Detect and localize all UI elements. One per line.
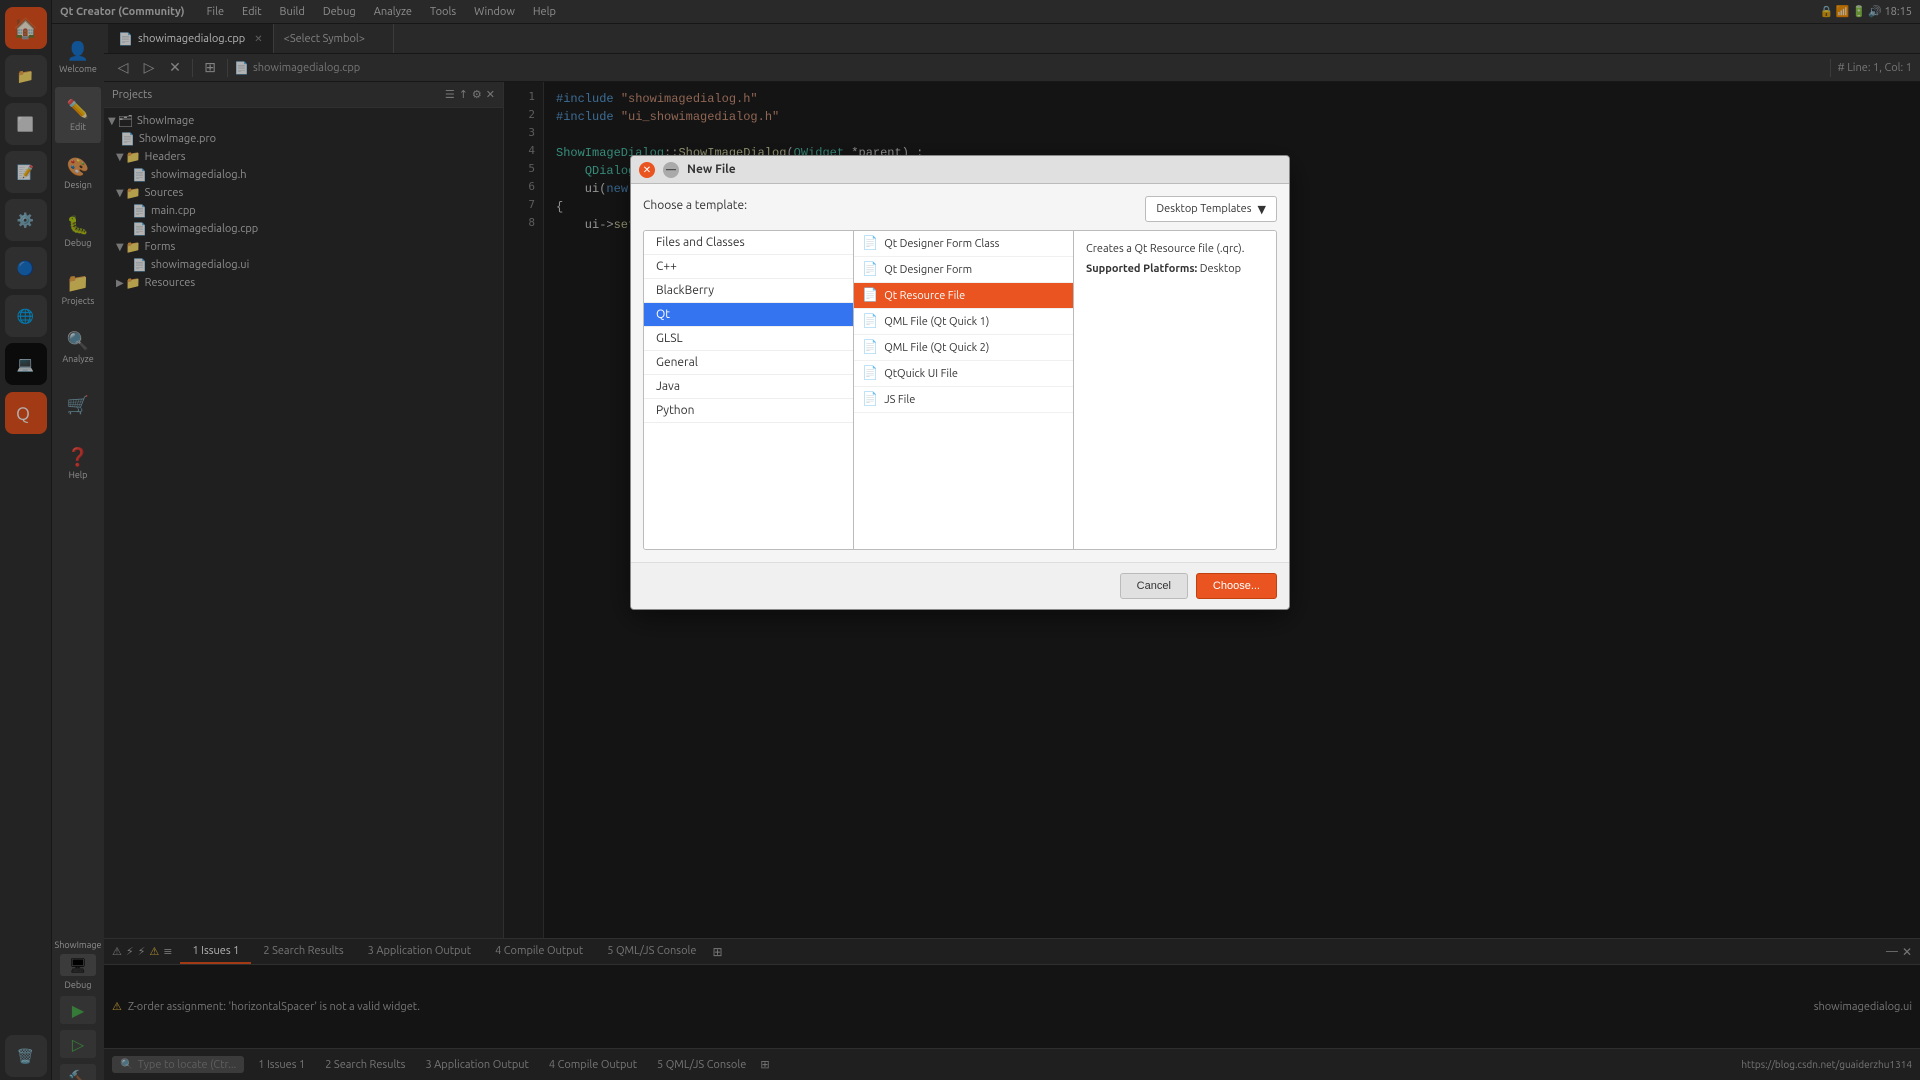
choose-btn[interactable]: Choose...: [1196, 573, 1277, 599]
modal-overlay: ✕ — New File Choose a template: Desktop …: [0, 0, 1920, 1080]
template-label-4: QML File (Qt Quick 2): [884, 342, 989, 354]
modal-titlebar: ✕ — New File: [631, 156, 1289, 184]
template-qml-2[interactable]: 📄 QML File (Qt Quick 2): [854, 335, 1073, 361]
template-qml-1[interactable]: 📄 QML File (Qt Quick 1): [854, 309, 1073, 335]
modal-dropdown: Desktop Templates ▼: [1145, 196, 1277, 222]
template-designer-class[interactable]: 📄 Qt Designer Form Class: [854, 231, 1073, 257]
modal-min-btn[interactable]: —: [663, 162, 679, 178]
category-qt[interactable]: Qt: [644, 303, 853, 327]
modal-body: Choose a template: Desktop Templates ▼ F…: [631, 184, 1289, 562]
template-icon-4: 📄: [862, 340, 878, 355]
category-label-5: General: [656, 356, 698, 369]
category-cpp[interactable]: C++: [644, 255, 853, 279]
category-python[interactable]: Python: [644, 399, 853, 423]
category-general[interactable]: General: [644, 351, 853, 375]
template-designer-form[interactable]: 📄 Qt Designer Form: [854, 257, 1073, 283]
platforms-label: Supported Platforms:: [1086, 263, 1197, 275]
new-file-modal: ✕ — New File Choose a template: Desktop …: [630, 155, 1290, 610]
template-qtquick-ui[interactable]: 📄 QtQuick UI File: [854, 361, 1073, 387]
modal-middle-panel: 📄 Qt Designer Form Class 📄 Qt Designer F…: [854, 231, 1074, 549]
modal-right-panel: Creates a Qt Resource file (.qrc). Suppo…: [1074, 231, 1276, 549]
modal-title: New File: [687, 163, 736, 176]
modal-panels: Files and Classes C++ BlackBerry Qt GLSL: [643, 230, 1277, 550]
platforms-value: Desktop: [1200, 263, 1241, 275]
modal-description: Creates a Qt Resource file (.qrc).: [1086, 243, 1264, 255]
template-label-1: Qt Designer Form: [884, 264, 972, 276]
template-icon-6: 📄: [862, 392, 878, 407]
modal-left-panel: Files and Classes C++ BlackBerry Qt GLSL: [644, 231, 854, 549]
category-java[interactable]: Java: [644, 375, 853, 399]
modal-dropdown-btn[interactable]: Desktop Templates ▼: [1145, 196, 1277, 222]
cancel-btn[interactable]: Cancel: [1120, 573, 1188, 599]
category-label-3: Qt: [656, 308, 670, 321]
category-label-0: Files and Classes: [656, 236, 745, 249]
dropdown-label: Desktop Templates: [1156, 203, 1251, 215]
category-glsl[interactable]: GLSL: [644, 327, 853, 351]
modal-template-label: Choose a template:: [643, 199, 747, 212]
template-icon-2: 📄: [862, 288, 878, 303]
category-label-7: Python: [656, 404, 695, 417]
template-label-3: QML File (Qt Quick 1): [884, 316, 989, 328]
template-label-0: Qt Designer Form Class: [884, 238, 999, 250]
dropdown-arrow-icon: ▼: [1258, 203, 1266, 216]
modal-close-btn[interactable]: ✕: [639, 162, 655, 178]
template-js[interactable]: 📄 JS File: [854, 387, 1073, 413]
template-icon-1: 📄: [862, 262, 878, 277]
modal-template-row: Choose a template: Desktop Templates ▼: [643, 196, 1277, 222]
category-label-1: C++: [656, 260, 677, 273]
category-label-6: Java: [656, 380, 680, 393]
template-label-5: QtQuick UI File: [884, 368, 958, 380]
template-icon-3: 📄: [862, 314, 878, 329]
template-label-2: Qt Resource File: [884, 290, 965, 302]
template-icon-5: 📄: [862, 366, 878, 381]
template-icon-0: 📄: [862, 236, 878, 251]
category-blackberry[interactable]: BlackBerry: [644, 279, 853, 303]
category-files-classes[interactable]: Files and Classes: [644, 231, 853, 255]
category-label-2: BlackBerry: [656, 284, 714, 297]
modal-platforms: Supported Platforms: Desktop: [1086, 263, 1264, 275]
template-label-6: JS File: [884, 394, 915, 406]
template-resource-file[interactable]: 📄 Qt Resource File: [854, 283, 1073, 309]
category-label-4: GLSL: [656, 332, 683, 345]
modal-footer: Cancel Choose...: [631, 562, 1289, 609]
